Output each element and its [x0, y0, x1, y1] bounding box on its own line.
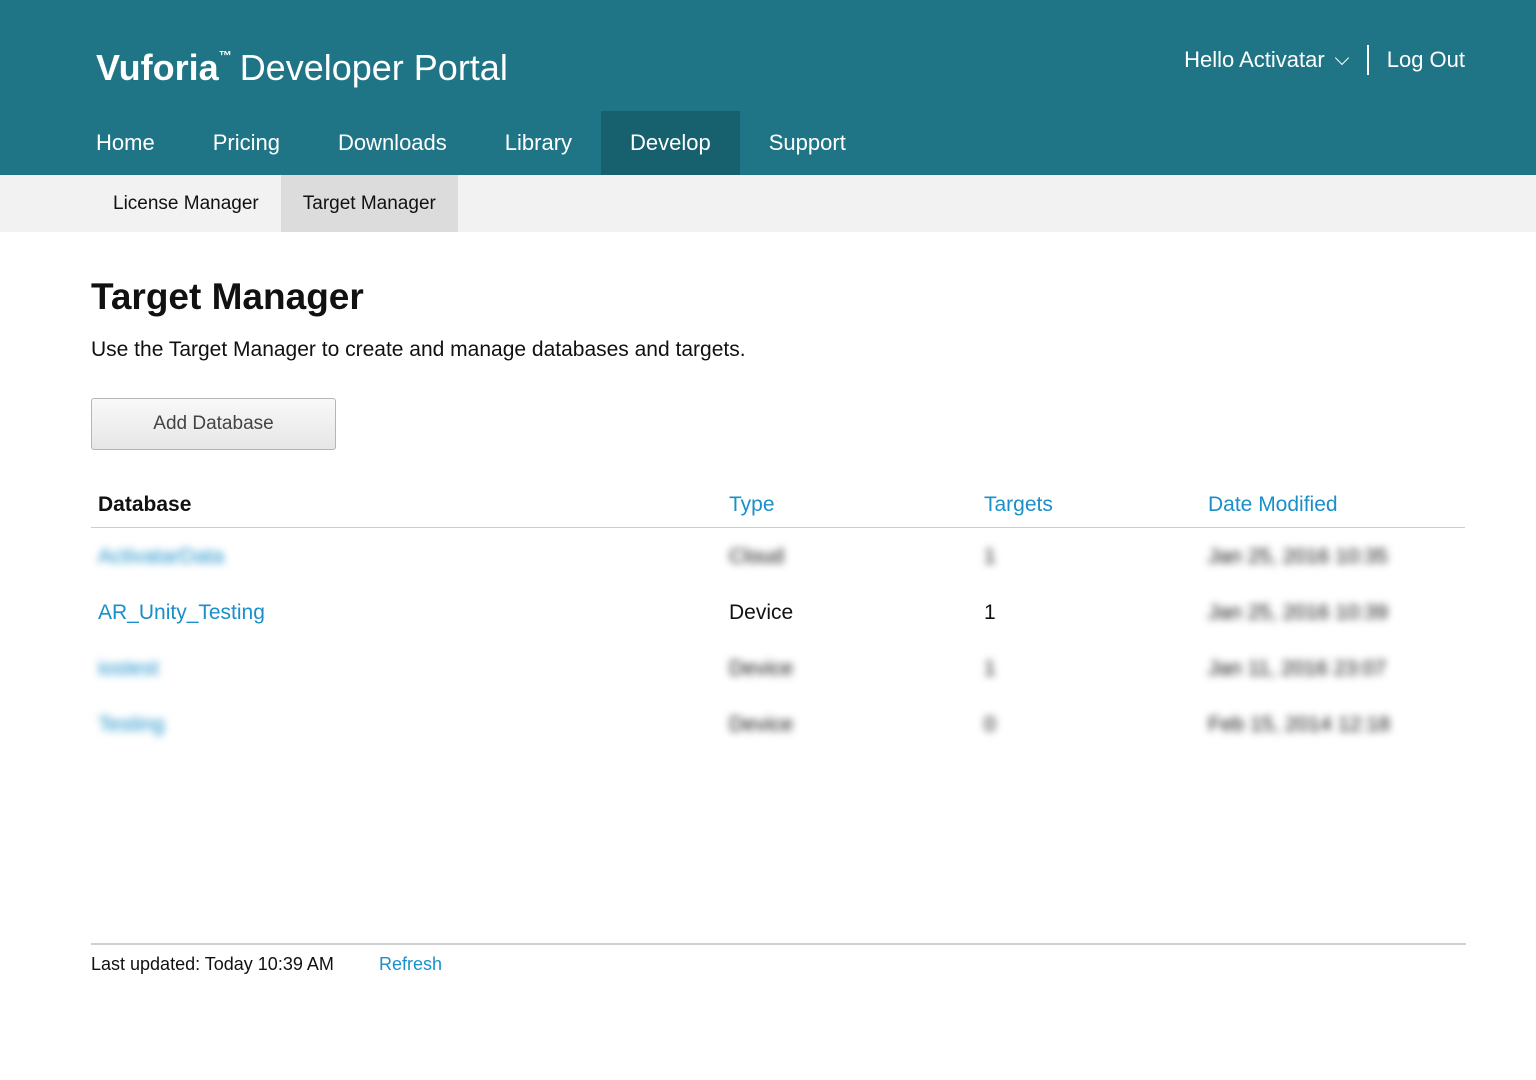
brand-logo[interactable]: Vuforia™ Developer Portal — [96, 34, 508, 90]
database-type: Device — [729, 601, 794, 624]
table-row: AR_Unity_Testing Device 1 Jan 25, 2016 1… — [91, 584, 1465, 640]
column-header-type[interactable]: Type — [729, 492, 775, 518]
table-row: iostest Device 1 Jan 11, 2016 23:07 — [91, 640, 1465, 696]
database-date-modified: Jan 25, 2016 10:35 — [1208, 545, 1388, 568]
tab-license-manager[interactable]: License Manager — [91, 175, 281, 232]
main-nav: Home Pricing Downloads Library Develop S… — [67, 111, 875, 175]
table-header: Database Type Targets Date Modified — [91, 484, 1465, 528]
database-type: Device — [729, 713, 794, 736]
page-title: Target Manager — [91, 276, 364, 317]
nav-item-downloads[interactable]: Downloads — [309, 111, 476, 175]
database-link[interactable]: Testing — [98, 712, 165, 738]
chevron-down-icon — [1334, 50, 1349, 66]
column-header-database: Database — [98, 493, 192, 516]
nav-item-home[interactable]: Home — [67, 111, 184, 175]
nav-item-develop[interactable]: Develop — [601, 111, 740, 175]
database-link[interactable]: iostest — [98, 656, 159, 682]
table-row: ActivatarData Cloud 1 Jan 25, 2016 10:35 — [91, 528, 1465, 584]
user-greeting: Hello Activatar — [1184, 47, 1325, 72]
database-target-count: 1 — [984, 657, 996, 680]
database-type: Device — [729, 657, 794, 680]
refresh-link[interactable]: Refresh — [379, 952, 442, 976]
user-area: Hello Activatar Log Out — [1184, 44, 1465, 76]
nav-item-support[interactable]: Support — [740, 111, 875, 175]
user-divider — [1366, 45, 1369, 75]
database-link[interactable]: ActivatarData — [98, 544, 224, 570]
database-date-modified: Feb 15, 2014 12:18 — [1208, 713, 1391, 736]
logout-link[interactable]: Log Out — [1387, 47, 1465, 73]
column-header-date-modified[interactable]: Date Modified — [1208, 492, 1338, 518]
database-link[interactable]: AR_Unity_Testing — [98, 600, 265, 626]
user-menu[interactable]: Hello Activatar — [1184, 47, 1349, 73]
database-target-count: 1 — [984, 545, 996, 568]
brand-portal-name: Developer Portal — [239, 47, 508, 88]
last-updated-text: Last updated: Today 10:39 AM — [91, 954, 334, 974]
add-database-button[interactable]: Add Database — [91, 398, 336, 450]
database-target-count: 0 — [984, 713, 996, 736]
table-row: Testing Device 0 Feb 15, 2014 12:18 — [91, 696, 1465, 752]
database-date-modified: Jan 11, 2016 23:07 — [1208, 657, 1387, 680]
column-header-targets[interactable]: Targets — [984, 492, 1053, 518]
nav-item-pricing[interactable]: Pricing — [184, 111, 309, 175]
page-subtitle: Use the Target Manager to create and man… — [91, 338, 746, 361]
database-target-count: 1 — [984, 601, 996, 624]
database-date-modified: Jan 25, 2016 10:39 — [1208, 601, 1388, 624]
tab-target-manager[interactable]: Target Manager — [280, 175, 458, 232]
sub-nav: License Manager Target Manager — [0, 175, 1536, 232]
nav-item-library[interactable]: Library — [476, 111, 601, 175]
database-type: Cloud — [729, 545, 784, 568]
top-header: Vuforia™ Developer Portal Hello Activatar… — [0, 0, 1536, 175]
database-table: Database Type Targets Date Modified Acti… — [91, 484, 1465, 752]
footer-divider — [91, 943, 1466, 945]
brand-name: Vuforia — [96, 47, 219, 88]
brand-trademark: ™ — [218, 48, 232, 63]
